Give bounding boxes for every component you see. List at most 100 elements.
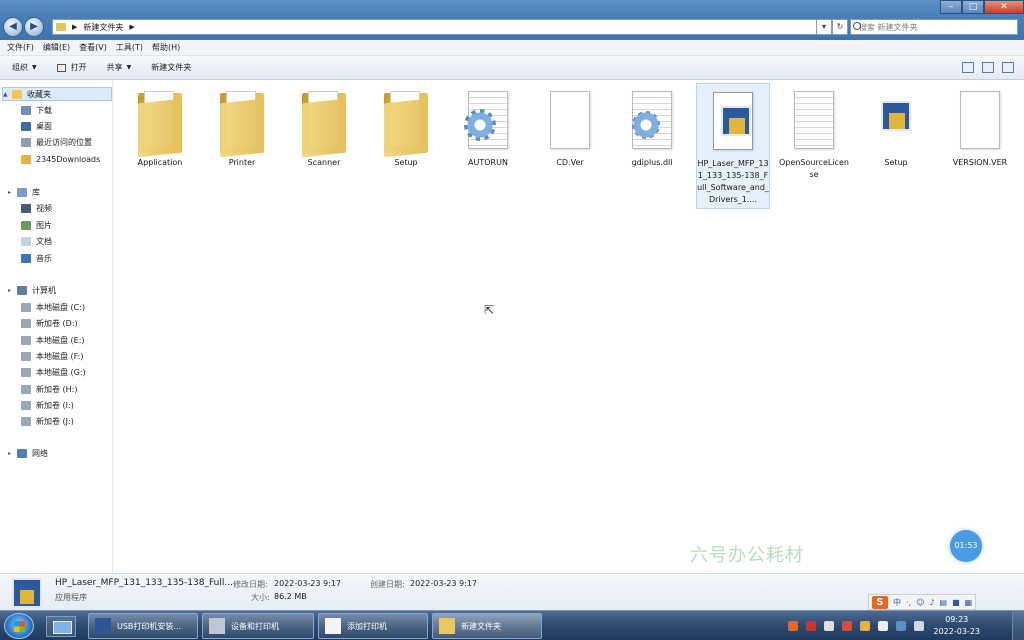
taskbar: USB打印机安装... 设备和打印机 添加打印机 新建文件夹 09:23 202…: [0, 610, 1024, 640]
ime-toolbar[interactable]: S 中 ·, ☺ ♪ ▤ ■ ▦: [868, 594, 977, 610]
preview-pane-icon[interactable]: [982, 62, 994, 73]
expand-icon[interactable]: ▲: [3, 91, 9, 98]
taskbar-button-word[interactable]: USB打印机安装...: [88, 613, 198, 639]
nav-drive-i[interactable]: 新加卷 (I:): [21, 398, 74, 412]
sogou-tray-icon[interactable]: [788, 621, 798, 631]
file-item[interactable]: gdiplus.dll: [616, 87, 688, 169]
nav-recent[interactable]: 最近访问的位置: [21, 135, 92, 149]
chevron-right-icon[interactable]: ▶: [72, 23, 77, 31]
punctuation-icon[interactable]: ·,: [906, 598, 911, 607]
search-input[interactable]: 搜索 新建文件夹: [850, 19, 1018, 35]
menu-file[interactable]: 文件(F): [7, 40, 34, 55]
address-bar[interactable]: ▶ 新建文件夹 ▶: [52, 19, 827, 35]
network-tray-icon[interactable]: [824, 621, 834, 631]
maximize-button[interactable]: □: [962, 0, 984, 14]
nav-label: 新加卷 (J:): [36, 416, 74, 426]
nav-downloads[interactable]: 下载: [21, 103, 52, 117]
nav-drive-d[interactable]: 新加卷 (D:): [21, 316, 78, 330]
caret-down-icon: ▼: [126, 64, 132, 71]
volume-icon[interactable]: [878, 621, 888, 631]
expand-icon[interactable]: ▸: [8, 287, 14, 294]
nav-drive-h[interactable]: 新加卷 (H:): [21, 382, 78, 396]
back-button[interactable]: ◀: [3, 17, 23, 37]
file-item[interactable]: Setup: [860, 87, 932, 169]
show-desktop-button[interactable]: [1012, 611, 1024, 640]
file-item[interactable]: Printer: [206, 87, 278, 169]
address-dropdown-button[interactable]: ▾: [816, 19, 832, 35]
minimize-button[interactable]: –: [940, 0, 962, 14]
nav-2345downloads[interactable]: 2345Downloads: [21, 152, 100, 166]
emoji-icon[interactable]: ☺: [916, 598, 924, 607]
nav-documents[interactable]: 文档: [21, 234, 52, 248]
close-button[interactable]: ✕: [984, 0, 1024, 14]
skin-icon[interactable]: ■: [952, 598, 960, 607]
file-item[interactable]: Scanner: [288, 87, 360, 169]
menu-edit[interactable]: 编辑(E): [43, 40, 70, 55]
file-item[interactable]: VERSION.VER: [944, 87, 1016, 169]
expand-icon[interactable]: ▸: [8, 189, 14, 196]
file-name: VERSION.VER: [952, 158, 1008, 167]
menu-tools[interactable]: 工具(T): [116, 40, 143, 55]
file-item[interactable]: Setup: [370, 87, 442, 169]
toolbox-icon[interactable]: ▦: [965, 598, 973, 607]
file-item[interactable]: CD.Ver: [534, 87, 606, 169]
keyboard-tray-icon[interactable]: [914, 621, 924, 631]
new-folder-button[interactable]: 新建文件夹: [151, 62, 191, 73]
nav-drive-c[interactable]: 本地磁盘 (C:): [21, 300, 85, 314]
nav-videos[interactable]: 视频: [21, 201, 52, 215]
nav-computer[interactable]: ▸ 计算机: [8, 283, 56, 297]
nav-pictures[interactable]: 图片: [21, 218, 52, 232]
start-button[interactable]: [4, 613, 34, 639]
drive-icon: [21, 335, 31, 345]
share-button[interactable]: 共享 ▼: [107, 62, 132, 73]
bluetooth-icon[interactable]: [896, 621, 906, 631]
file-name: Setup: [394, 158, 418, 167]
nav-drive-e[interactable]: 本地磁盘 (E:): [21, 333, 85, 347]
nav-favorites[interactable]: ▲ 收藏夹: [2, 87, 112, 101]
folder-icon: [216, 87, 268, 158]
taskbar-button-devices[interactable]: 设备和打印机: [202, 613, 314, 639]
chevron-right-icon[interactable]: ▶: [129, 23, 134, 31]
file-item-selected[interactable]: HP_Laser_MFP_131_133_135-138_Full_Softwa…: [696, 83, 770, 209]
nav-drive-j[interactable]: 新加卷 (J:): [21, 414, 74, 428]
file-item[interactable]: OpenSourceLicense: [778, 87, 850, 181]
nav-music[interactable]: 音乐: [21, 251, 52, 265]
nav-libraries[interactable]: ▸ 库: [8, 185, 40, 199]
drive-icon: [21, 367, 31, 377]
nav-network[interactable]: ▸ 网络: [8, 446, 48, 460]
star-icon: [12, 89, 22, 99]
show-desktop-quick-icon[interactable]: [46, 616, 76, 637]
nav-desktop[interactable]: 桌面: [21, 119, 52, 133]
forward-button[interactable]: ▶: [24, 17, 44, 37]
security-icon[interactable]: [842, 621, 852, 631]
file-item[interactable]: AUTORUN: [452, 87, 524, 169]
refresh-button[interactable]: ↻: [832, 19, 848, 35]
nav-drive-f[interactable]: 本地磁盘 (F:): [21, 349, 83, 363]
file-item[interactable]: Application: [124, 87, 196, 169]
menu-help[interactable]: 帮助(H): [152, 40, 180, 55]
picture-icon: [21, 220, 31, 230]
expand-icon[interactable]: ▸: [8, 450, 14, 457]
printer-icon: [209, 618, 225, 634]
nav-label: 下载: [36, 105, 52, 115]
antivirus-icon[interactable]: [806, 621, 816, 631]
help-icon[interactable]: [1002, 62, 1014, 73]
sogou-logo-icon: S: [872, 595, 888, 609]
menu-view[interactable]: 查看(V): [79, 40, 107, 55]
drive-icon: [21, 400, 31, 410]
breadcrumb[interactable]: 新建文件夹: [83, 22, 123, 33]
menu-bar: 文件(F) 编辑(E) 查看(V) 工具(T) 帮助(H): [0, 40, 1024, 56]
view-options-icon[interactable]: [962, 62, 974, 73]
taskbar-button-add-printer[interactable]: 添加打印机: [318, 613, 428, 639]
nav-drive-g[interactable]: 本地磁盘 (G:): [21, 365, 86, 379]
organize-button[interactable]: 组织 ▼: [12, 62, 37, 73]
timer-badge[interactable]: 01:53: [950, 530, 982, 562]
clock[interactable]: 09:23 2022-03-23: [934, 614, 981, 638]
keyboard-icon[interactable]: ▤: [940, 598, 948, 607]
ime-mode[interactable]: 中: [893, 597, 901, 608]
open-button[interactable]: 打开: [56, 62, 87, 73]
shield-icon[interactable]: [860, 621, 870, 631]
taskbar-button-explorer[interactable]: 新建文件夹: [432, 613, 542, 639]
file-list[interactable]: Application Printer Scanner Setup AUTORU…: [114, 81, 1024, 573]
microphone-icon[interactable]: ♪: [929, 598, 934, 607]
